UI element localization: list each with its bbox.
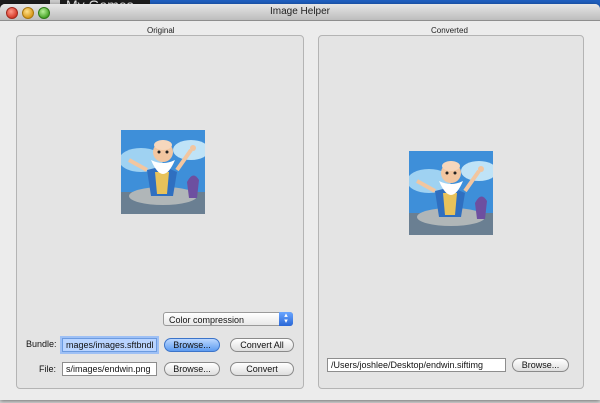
convert-all-button[interactable]: Convert All bbox=[230, 338, 294, 352]
compression-select[interactable]: Color compression ▴ ▾ bbox=[163, 312, 293, 326]
title-bar[interactable]: Image Helper bbox=[0, 4, 600, 21]
bundle-path-field[interactable]: mages/images.sftbndl bbox=[62, 338, 157, 352]
original-pane-label: Original bbox=[147, 26, 175, 35]
converted-path-field[interactable]: /Users/joshlee/Desktop/endwin.siftimg bbox=[327, 358, 506, 372]
original-image bbox=[121, 130, 205, 214]
converted-image bbox=[409, 151, 493, 235]
window-title: Image Helper bbox=[269, 6, 331, 17]
compression-select-value: Color compression bbox=[169, 315, 245, 325]
bundle-label: Bundle: bbox=[26, 339, 57, 349]
image-helper-window: Image Helper Original Converted Color co… bbox=[0, 4, 600, 400]
converted-browse-button[interactable]: Browse... bbox=[512, 358, 569, 372]
bundle-browse-button[interactable]: Browse... bbox=[164, 338, 220, 352]
file-browse-button[interactable]: Browse... bbox=[164, 362, 220, 376]
file-path-field[interactable]: s/images/endwin.png bbox=[62, 362, 157, 376]
convert-button[interactable]: Convert bbox=[230, 362, 294, 376]
select-arrows-icon: ▴ ▾ bbox=[279, 312, 293, 326]
file-label: File: bbox=[39, 364, 57, 374]
converted-pane-label: Converted bbox=[431, 26, 468, 35]
